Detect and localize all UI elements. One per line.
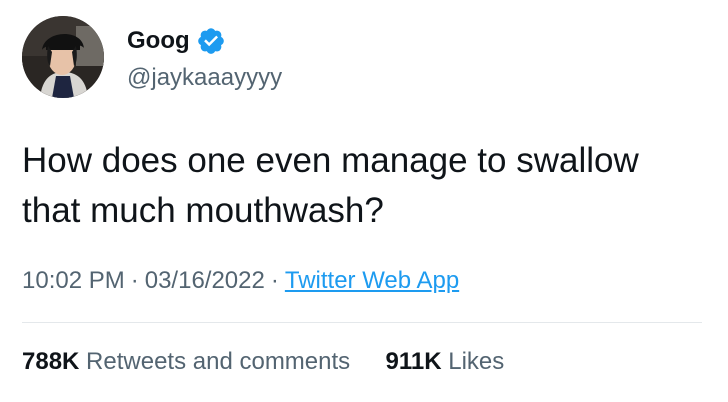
- display-name[interactable]: Goog: [127, 26, 190, 56]
- tweet-time[interactable]: 10:02 PM: [22, 267, 125, 294]
- profile-photo-icon: [22, 16, 104, 98]
- likes-label: Likes: [448, 348, 505, 375]
- tweet-text: How does one even manage to swallow that…: [22, 141, 639, 230]
- meta-separator: ·: [130, 267, 139, 294]
- meta-separator: ·: [270, 267, 279, 294]
- retweets-label: Retweets and comments: [86, 348, 351, 375]
- retweets-count: 788K: [22, 348, 80, 375]
- tweet-stats: 788K Retweets and comments 911K Likes: [22, 346, 504, 378]
- handle[interactable]: @jaykaaayyyy: [127, 63, 282, 93]
- likes-stat[interactable]: 911K Likes: [379, 348, 505, 375]
- retweets-stat[interactable]: 788K Retweets and comments: [22, 348, 357, 375]
- likes-count: 911K: [385, 348, 442, 375]
- verified-badge-icon: [197, 28, 224, 54]
- tweet-meta: 10:02 PM · 03/16/2022 · Twitter Web App: [22, 265, 459, 297]
- tweet-card: Goog @jaykaaayyyy How does one even mana…: [0, 0, 728, 402]
- divider: [22, 322, 702, 323]
- author-name-row: Goog: [127, 26, 226, 56]
- tweet-date[interactable]: 03/16/2022: [145, 267, 265, 294]
- avatar[interactable]: [22, 16, 104, 98]
- source-link[interactable]: Twitter Web App: [285, 267, 459, 294]
